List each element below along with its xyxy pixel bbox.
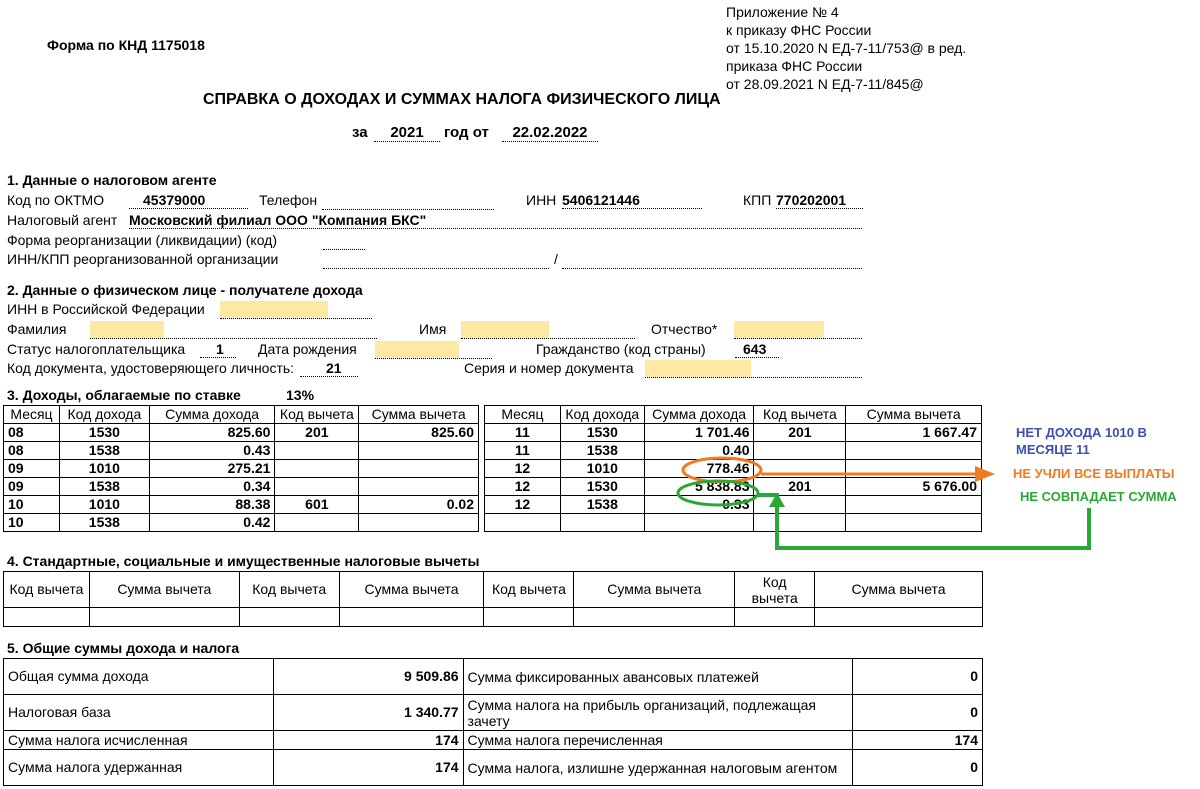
green-line [758, 493, 1091, 550]
orange-arrowhead-icon [975, 466, 995, 482]
orange-circle-mark [681, 456, 763, 484]
annotation-overlay [676, 456, 1091, 550]
green-circle-mark [676, 479, 760, 507]
